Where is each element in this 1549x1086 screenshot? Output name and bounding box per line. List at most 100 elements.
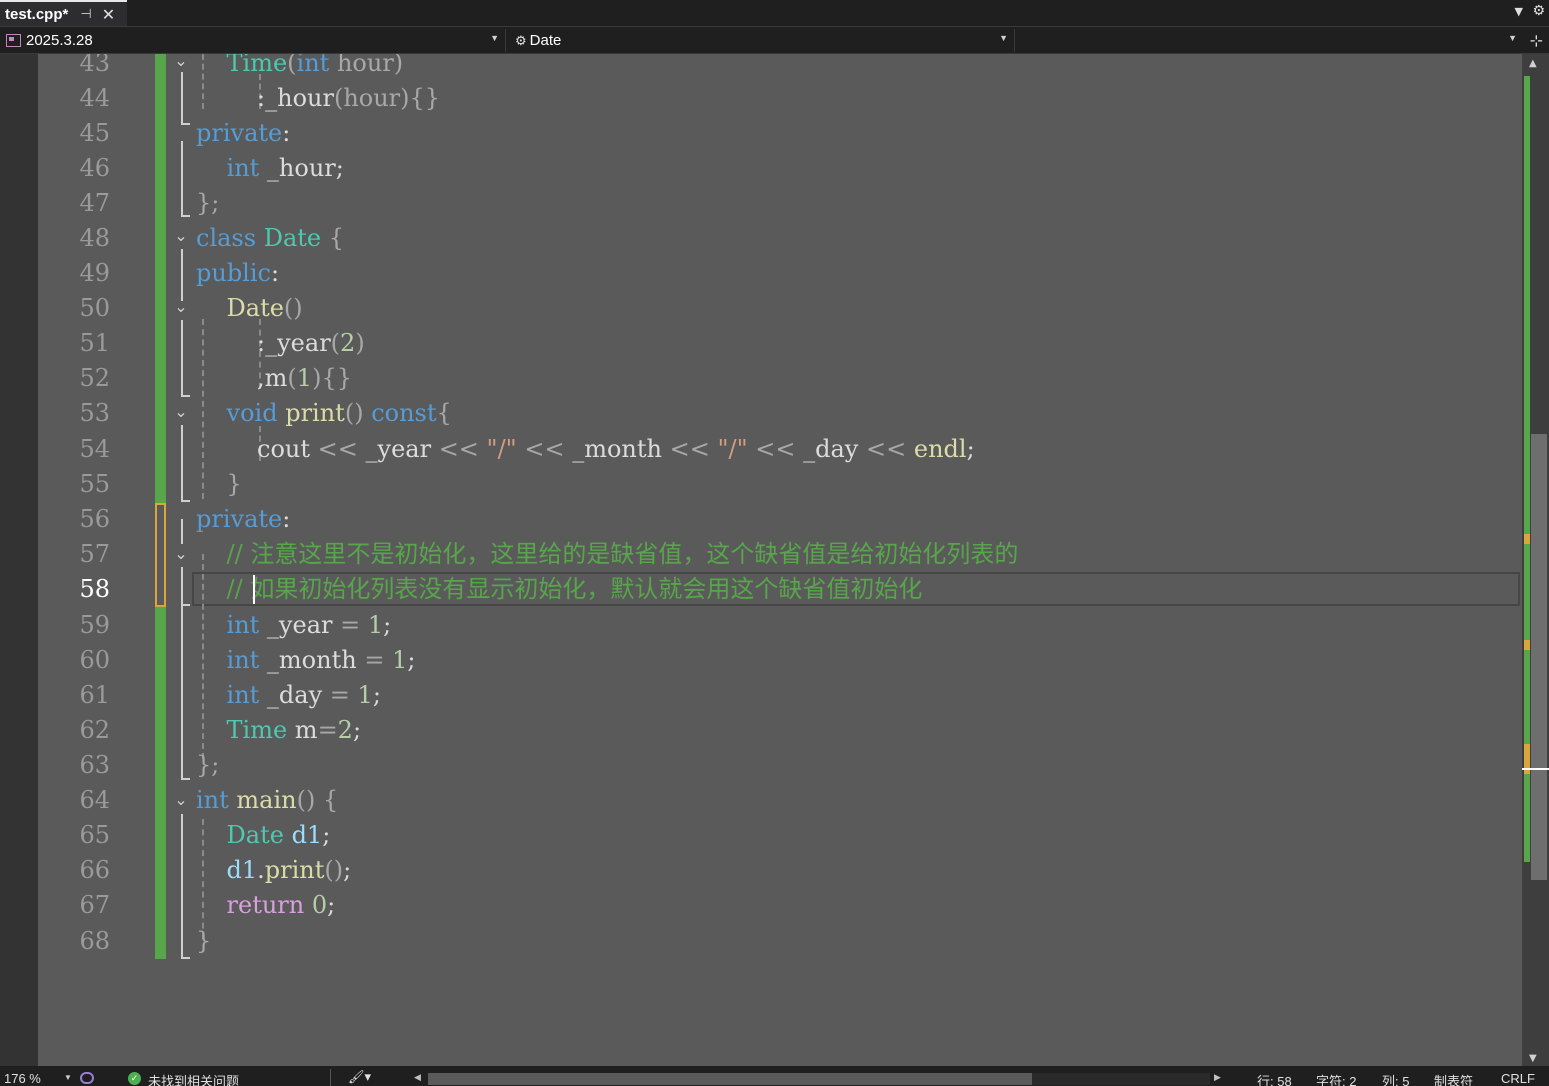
line-number: 48 bbox=[79, 224, 110, 252]
line-number: 46 bbox=[79, 154, 110, 182]
member-dropdown[interactable]: ▼ bbox=[1018, 29, 1523, 52]
scroll-left-arrow-icon[interactable]: ◀ bbox=[414, 1072, 421, 1083]
tab-test-cpp[interactable]: test.cpp* ⊣ ✕ bbox=[0, 0, 127, 26]
line-number: 56 bbox=[79, 505, 110, 533]
code-editor[interactable]: ⌄ ⌄ ⌄ ⌄ ⌄ ⌄ 43 Time(int hour) 44 :_hour(… bbox=[0, 54, 1522, 1066]
code-line: 49 public: bbox=[0, 256, 1522, 291]
check-icon: ✓ bbox=[128, 1072, 141, 1085]
split-editor-icon[interactable]: ⊹ bbox=[1530, 31, 1543, 50]
code-text: }; bbox=[196, 189, 220, 217]
horizontal-scrollbar-thumb[interactable] bbox=[428, 1073, 1032, 1085]
code-text: } bbox=[226, 470, 242, 498]
code-line: 67 return 0; bbox=[0, 888, 1522, 923]
pin-icon[interactable]: ⊣ bbox=[80, 7, 91, 22]
code-line: 62 Time m=2; bbox=[0, 713, 1522, 748]
code-text: :_year(2) bbox=[196, 329, 365, 357]
scroll-up-arrow-icon[interactable]: ▲ bbox=[1529, 58, 1537, 69]
chevron-down-icon[interactable]: ▼ bbox=[64, 1073, 72, 1082]
scrollbar-change-marker bbox=[1524, 640, 1530, 650]
code-text: Date d1; bbox=[226, 821, 331, 849]
code-text: int _year = 1; bbox=[226, 611, 392, 639]
code-line: 50 Date() bbox=[0, 291, 1522, 326]
line-number: 45 bbox=[79, 119, 110, 147]
line-number: 43 bbox=[79, 54, 110, 77]
code-line: 56 private: bbox=[0, 502, 1522, 537]
code-line: 44 :_hour(hour){} bbox=[0, 81, 1522, 116]
line-number: 64 bbox=[79, 786, 110, 814]
comment-text: // 如果初始化列表没有显示初始化，默认就会用这个缺省值初始化 bbox=[196, 575, 923, 603]
code-text: cout << _year << "/" << _month << "/" <<… bbox=[196, 435, 975, 463]
tab-title[interactable]: test.cpp* bbox=[5, 6, 68, 23]
code-line: 65 Date d1; bbox=[0, 818, 1522, 853]
line-indicator[interactable]: 行: 58 bbox=[1257, 1071, 1292, 1086]
scroll-right-arrow-icon[interactable]: ▶ bbox=[1214, 1072, 1221, 1083]
scope-dropdown[interactable]: ⚙ Date ▼ bbox=[509, 29, 1015, 52]
editor-status-bar: 176 % ▼ ✓ 未找到相关问题 🖌▾ ◀ ▶ 行: 58 字符: 2 列: … bbox=[0, 1066, 1549, 1086]
code-text: } bbox=[196, 927, 212, 955]
chevron-down-icon[interactable]: ▼ bbox=[999, 33, 1008, 43]
code-text: Date() bbox=[226, 294, 303, 322]
project-name: 2025.3.28 bbox=[26, 32, 93, 49]
gear-icon[interactable]: ⚙ bbox=[1532, 3, 1545, 19]
code-text: public: bbox=[196, 259, 280, 287]
line-number: 63 bbox=[79, 751, 110, 779]
line-number: 49 bbox=[79, 259, 110, 287]
chevron-down-icon[interactable]: ▼ bbox=[490, 33, 499, 43]
code-line: 51 :_year(2) bbox=[0, 326, 1522, 361]
line-number: 50 bbox=[79, 294, 110, 322]
code-text: return 0; bbox=[226, 891, 336, 919]
zoom-level[interactable]: 176 % bbox=[4, 1071, 41, 1086]
project-dropdown[interactable]: 2025.3.28 ▼ bbox=[0, 29, 506, 52]
comment-text: // 注意这里不是初始化，这里给的是缺省值，这个缺省值是给初始化列表的 bbox=[196, 540, 1019, 568]
code-text: int _day = 1; bbox=[226, 681, 381, 709]
indent-mode[interactable]: 制表符 bbox=[1434, 1071, 1473, 1086]
scroll-down-arrow-icon[interactable]: ▼ bbox=[1529, 1053, 1537, 1064]
code-line: 47 }; bbox=[0, 186, 1522, 221]
code-line: 59 int _year = 1; bbox=[0, 608, 1522, 643]
scrollbar-change-marker bbox=[1524, 534, 1530, 544]
line-number: 55 bbox=[79, 470, 110, 498]
scrollbar-thumb[interactable] bbox=[1531, 434, 1547, 880]
code-line: 43 Time(int hour) bbox=[0, 54, 1522, 81]
vertical-scrollbar[interactable]: ▲ ▼ bbox=[1522, 54, 1549, 1066]
line-number: 65 bbox=[79, 821, 110, 849]
project-icon bbox=[6, 34, 21, 47]
code-line: 48 class Date { bbox=[0, 221, 1522, 256]
line-number: 44 bbox=[79, 84, 110, 112]
code-line: 53 void print() const{ bbox=[0, 396, 1522, 431]
column-indicator[interactable]: 列: 5 bbox=[1382, 1071, 1409, 1086]
code-text: Time m=2; bbox=[226, 716, 362, 744]
line-number: 67 bbox=[79, 891, 110, 919]
line-number: 58 bbox=[79, 575, 110, 603]
copilot-icon[interactable] bbox=[80, 1072, 94, 1084]
chevron-down-icon[interactable]: ▼ bbox=[1508, 33, 1517, 43]
navigation-bar: 2025.3.28 ▼ ⚙ Date ▼ ▼ ⊹ bbox=[0, 26, 1549, 54]
line-number: 47 bbox=[79, 189, 110, 217]
code-line: 52 ,m(1){} bbox=[0, 361, 1522, 396]
code-text: }; bbox=[196, 751, 220, 779]
code-line: 64 int main() { bbox=[0, 783, 1522, 818]
scrollbar-caret-position bbox=[1522, 768, 1549, 770]
class-icon: ⚙ bbox=[515, 32, 527, 48]
code-text: d1.print(); bbox=[226, 856, 352, 884]
code-line: 63 }; bbox=[0, 748, 1522, 783]
line-number: 66 bbox=[79, 856, 110, 884]
code-line: 57 // 注意这里不是初始化，这里给的是缺省值，这个缺省值是给初始化列表的 bbox=[0, 537, 1522, 572]
code-text: :_hour(hour){} bbox=[196, 84, 441, 112]
line-number: 61 bbox=[79, 681, 110, 709]
line-number: 51 bbox=[79, 329, 110, 357]
code-cleanup-brush-icon[interactable]: 🖌▾ bbox=[348, 1069, 371, 1085]
issues-status[interactable]: 未找到相关问题 bbox=[148, 1071, 239, 1086]
line-number: 60 bbox=[79, 646, 110, 674]
code-text: void print() const{ bbox=[226, 399, 452, 427]
code-line: 55 } bbox=[0, 467, 1522, 502]
code-text: private: bbox=[196, 505, 291, 533]
char-indicator[interactable]: 字符: 2 bbox=[1316, 1071, 1356, 1086]
text-caret bbox=[253, 575, 255, 604]
line-number: 54 bbox=[79, 435, 110, 463]
status-separator bbox=[330, 1069, 331, 1086]
tab-overflow-chevron-icon[interactable]: ▼ bbox=[1515, 5, 1523, 18]
code-text: int _hour; bbox=[226, 154, 344, 182]
close-icon[interactable]: ✕ bbox=[102, 5, 115, 24]
line-ending[interactable]: CRLF bbox=[1501, 1071, 1535, 1086]
